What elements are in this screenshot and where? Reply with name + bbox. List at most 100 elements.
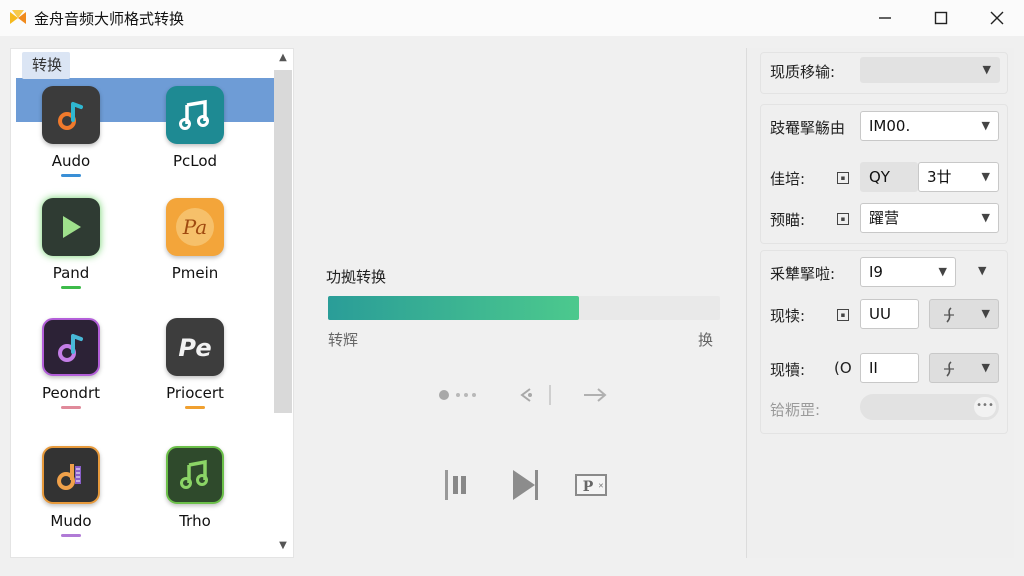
play-icon <box>42 198 100 256</box>
format-label: Trho <box>179 512 211 530</box>
forward-button[interactable] <box>578 384 612 406</box>
dropdown-row3-left[interactable]: QY <box>860 162 918 192</box>
minimize-button[interactable] <box>862 0 908 36</box>
chevron-down-icon: ▼ <box>981 119 990 132</box>
forward-arrow-icon <box>584 388 607 402</box>
scrollbar-thumb[interactable] <box>274 70 292 413</box>
info-square-icon: ▪ <box>837 213 849 225</box>
play-next-icon <box>513 470 538 500</box>
share-icon <box>520 385 551 405</box>
format-item-peondrt[interactable]: Peondrt <box>26 318 116 428</box>
progress-left-label: 转辉 <box>328 331 359 349</box>
preview-button[interactable]: P ✕ <box>572 468 610 502</box>
setting-label: 现质移输: <box>770 63 836 81</box>
format-item-pand[interactable]: Pand <box>26 198 116 308</box>
dots-icon <box>439 390 476 400</box>
dots-button[interactable] <box>434 384 482 406</box>
title-bar: 金舟音频大师格式转换 <box>0 0 1024 36</box>
input-value: II <box>869 359 878 377</box>
music-symbol-icon <box>944 307 954 323</box>
dropdown-value: 3廿 <box>927 168 952 186</box>
play-next-button[interactable] <box>504 464 544 506</box>
format-label: Pand <box>52 264 90 282</box>
format-indicator <box>61 406 81 409</box>
dropdown-row8[interactable]: ••• <box>860 394 999 420</box>
scroll-down-arrow-icon[interactable]: ▼ <box>275 540 291 554</box>
info-square-icon: ▪ <box>837 309 849 321</box>
expand-chevron-icon[interactable]: ▼ <box>978 264 986 277</box>
dropdown-row7-option[interactable]: ▼ <box>929 353 999 383</box>
more-icon: ••• <box>974 397 996 417</box>
format-item-pmein[interactable]: Pa Pmein <box>150 198 240 308</box>
dropdown-row6-option[interactable]: ▼ <box>929 299 999 329</box>
chevron-down-icon: ▼ <box>981 211 990 224</box>
music-notes-icon <box>166 86 224 144</box>
dropdown-value: QY <box>869 168 890 186</box>
pause-icon <box>445 470 466 500</box>
setting-label: 釆犨掔啦: <box>770 265 836 283</box>
setting-label: 现犢: <box>770 361 806 379</box>
preview-icon: P ✕ <box>575 474 607 496</box>
close-button[interactable] <box>974 0 1020 36</box>
format-indicator <box>61 534 81 537</box>
window-title: 金舟音频大师格式转换 <box>34 10 185 28</box>
progress-title: 功拠转换 <box>326 268 387 286</box>
format-label: Mudo <box>50 512 92 530</box>
music-note-purple-icon <box>42 318 100 376</box>
svg-text:P: P <box>583 479 594 495</box>
maximize-button[interactable] <box>918 0 964 36</box>
music-note-orange-icon <box>42 446 100 504</box>
format-item-audo[interactable]: Audo <box>26 86 116 196</box>
setting-label: 铪粝罡: <box>770 401 821 419</box>
minimize-icon <box>879 17 891 19</box>
format-label: Audo <box>51 152 91 170</box>
progress-bar <box>328 296 720 320</box>
svg-text:Pa: Pa <box>182 215 207 239</box>
setting-label: 现犊: <box>770 307 806 325</box>
dropdown-value: 躍营 <box>869 209 900 227</box>
dropdown-row5[interactable]: I9 ▼ <box>860 257 956 287</box>
music-symbol-icon <box>944 361 954 377</box>
setting-label: 预瞄: <box>770 211 806 229</box>
input-row7[interactable]: II <box>860 353 919 383</box>
setting-label: 跂罨掔觞由 <box>770 119 846 137</box>
chevron-down-icon: ▼ <box>982 63 991 76</box>
share-button[interactable] <box>512 382 556 408</box>
dropdown-value: I9 <box>869 263 883 281</box>
pe-icon: Pe <box>166 318 224 376</box>
format-item-pclod[interactable]: PcLod <box>150 86 240 196</box>
format-indicator <box>61 286 81 289</box>
dropdown-row1[interactable]: ▼ <box>860 57 1000 83</box>
format-label: Pmein <box>171 264 219 282</box>
format-label: Peondrt <box>42 384 100 402</box>
chevron-down-icon: ▼ <box>981 307 990 320</box>
maximize-icon <box>934 11 948 25</box>
dropdown-row4[interactable]: 躍营 ▼ <box>860 203 999 233</box>
format-label: Priocert <box>166 384 224 402</box>
format-item-mudo[interactable]: Mudo <box>26 446 116 556</box>
progress-right-label: 换 <box>698 331 714 349</box>
input-row6[interactable]: UU <box>860 299 919 329</box>
svg-text:✕: ✕ <box>598 482 604 490</box>
info-square-icon: ▪ <box>837 172 849 184</box>
music-note-icon <box>42 86 100 144</box>
app-logo-icon <box>10 10 26 24</box>
dropdown-value: IM00. <box>869 117 911 135</box>
close-icon <box>990 11 1004 25</box>
dropdown-row2[interactable]: IM00. ▼ <box>860 111 999 141</box>
dropdown-row3-right[interactable]: 3廿 ▼ <box>918 162 999 192</box>
tab-convert[interactable]: 转换 <box>22 52 71 79</box>
chevron-down-icon: ▼ <box>938 265 947 278</box>
format-label: PcLod <box>172 152 218 170</box>
format-indicator <box>185 406 205 409</box>
format-item-trho[interactable]: Trho <box>150 446 240 556</box>
format-indicator <box>61 174 81 177</box>
chevron-down-icon: ▼ <box>981 170 990 183</box>
setting-label: 佳培: <box>770 170 806 188</box>
scroll-up-arrow-icon[interactable]: ▲ <box>275 52 291 66</box>
svg-text:Pe: Pe <box>178 334 211 362</box>
pa-icon: Pa <box>166 198 224 256</box>
format-item-priocert[interactable]: Pe Priocert <box>150 318 240 428</box>
pause-button[interactable] <box>436 464 476 506</box>
input-value: UU <box>869 305 891 323</box>
